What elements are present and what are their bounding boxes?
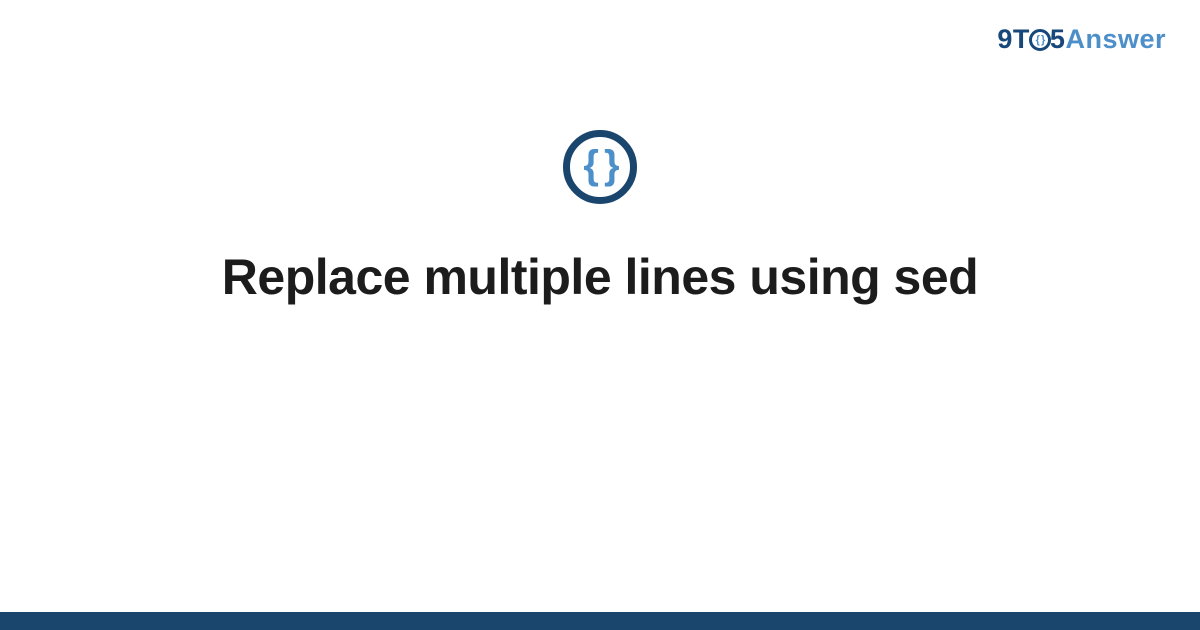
logo-text-9: 9 [997,24,1013,54]
logo-text-answer: Answer [1065,24,1166,54]
category-badge: { } [563,130,637,204]
hero: { } Replace multiple lines using sed [0,130,1200,306]
page-title: Replace multiple lines using sed [182,248,1018,306]
logo-text-5: 5 [1050,24,1066,54]
logo-clock-icon: { } [1029,29,1051,51]
site-logo: 9T { } 5Answer [997,24,1166,55]
logo-text-T: T [1013,24,1030,54]
logo-brace-icon: { } [1036,34,1045,46]
code-braces-icon: { } [583,145,616,185]
footer-accent-bar [0,612,1200,630]
